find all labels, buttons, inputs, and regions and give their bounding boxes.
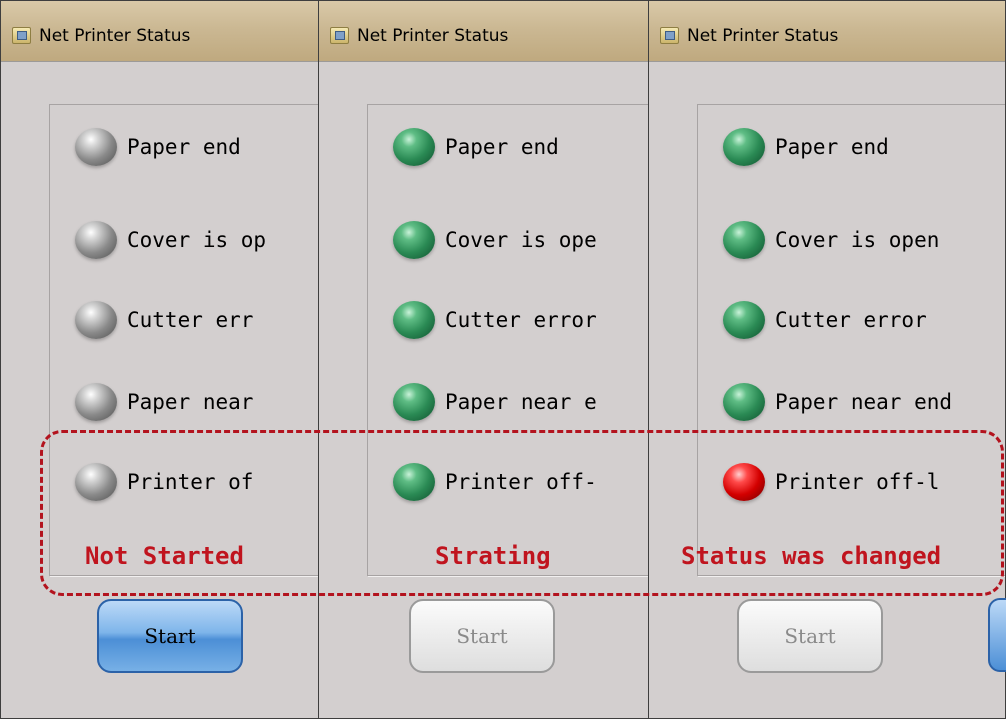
start-button[interactable]: Start [97,599,243,673]
highlight-annotation-frame [40,430,1004,596]
status-led-icon [393,383,435,421]
printer-app-icon [660,27,679,44]
indicator-paper-end: Paper end [393,127,559,167]
indicator-cutter-error: Cutter error [393,300,597,340]
indicator-label: Paper near end [775,390,953,414]
indicator-paper-near-end: Paper near e [393,382,597,422]
status-led-icon [75,301,117,339]
window-client-area: Paper end Cover is ope Cutter error Pape… [325,62,653,718]
status-led-icon [723,221,765,259]
status-led-icon [393,221,435,259]
status-led-icon [75,128,117,166]
start-button[interactable]: Start [737,599,883,673]
window-title: Net Printer Status [357,26,509,46]
indicator-cover-open: Cover is ope [393,220,597,260]
indicator-label: Cutter error [445,308,597,332]
printer-status-window-3: Net Printer Status Paper end Cover is op… [648,0,1006,719]
status-led-icon [393,128,435,166]
indicator-label: Cover is open [775,228,940,252]
window-title: Net Printer Status [687,26,839,46]
indicator-label: Cutter err [127,308,254,332]
indicator-cutter-error: Cutter error [723,300,927,340]
indicator-label: Paper end [445,135,559,159]
indicator-cutter-error: Cutter err [75,300,253,340]
indicator-label: Paper end [127,135,241,159]
status-led-icon [723,128,765,166]
indicator-cover-open: Cover is open [723,220,939,260]
status-led-icon [75,221,117,259]
indicator-label: Cover is ope [445,228,597,252]
status-led-icon [75,383,117,421]
window-title-bar[interactable]: Net Printer Status [319,1,653,62]
indicator-label: Cutter error [775,308,927,332]
window-client-area: Paper end Cover is op Cutter err Paper n… [7,62,323,718]
window-title-bar[interactable]: Net Printer Status [1,1,323,62]
printer-app-icon [330,27,349,44]
printer-app-icon [12,27,31,44]
window-title: Net Printer Status [39,26,191,46]
status-led-icon [723,383,765,421]
window-client-area: Paper end Cover is open Cutter error Pap… [655,62,1005,718]
partial-start-button[interactable] [988,598,1006,672]
indicator-label: Paper end [775,135,889,159]
indicator-cover-open: Cover is op [75,220,266,260]
indicator-paper-end: Paper end [723,127,889,167]
indicator-paper-end: Paper end [75,127,241,167]
indicator-label: Cover is op [127,228,267,252]
indicator-label: Paper near [127,390,254,414]
status-led-icon [723,301,765,339]
status-led-icon [393,301,435,339]
indicator-paper-near-end: Paper near end [723,382,952,422]
indicator-label: Paper near e [445,390,597,414]
printer-status-window-1: Net Printer Status Paper end Cover is op… [0,0,324,719]
indicator-paper-near-end: Paper near [75,382,253,422]
printer-status-window-2: Net Printer Status Paper end Cover is op… [318,0,654,719]
start-button[interactable]: Start [409,599,555,673]
window-title-bar[interactable]: Net Printer Status [649,1,1005,62]
